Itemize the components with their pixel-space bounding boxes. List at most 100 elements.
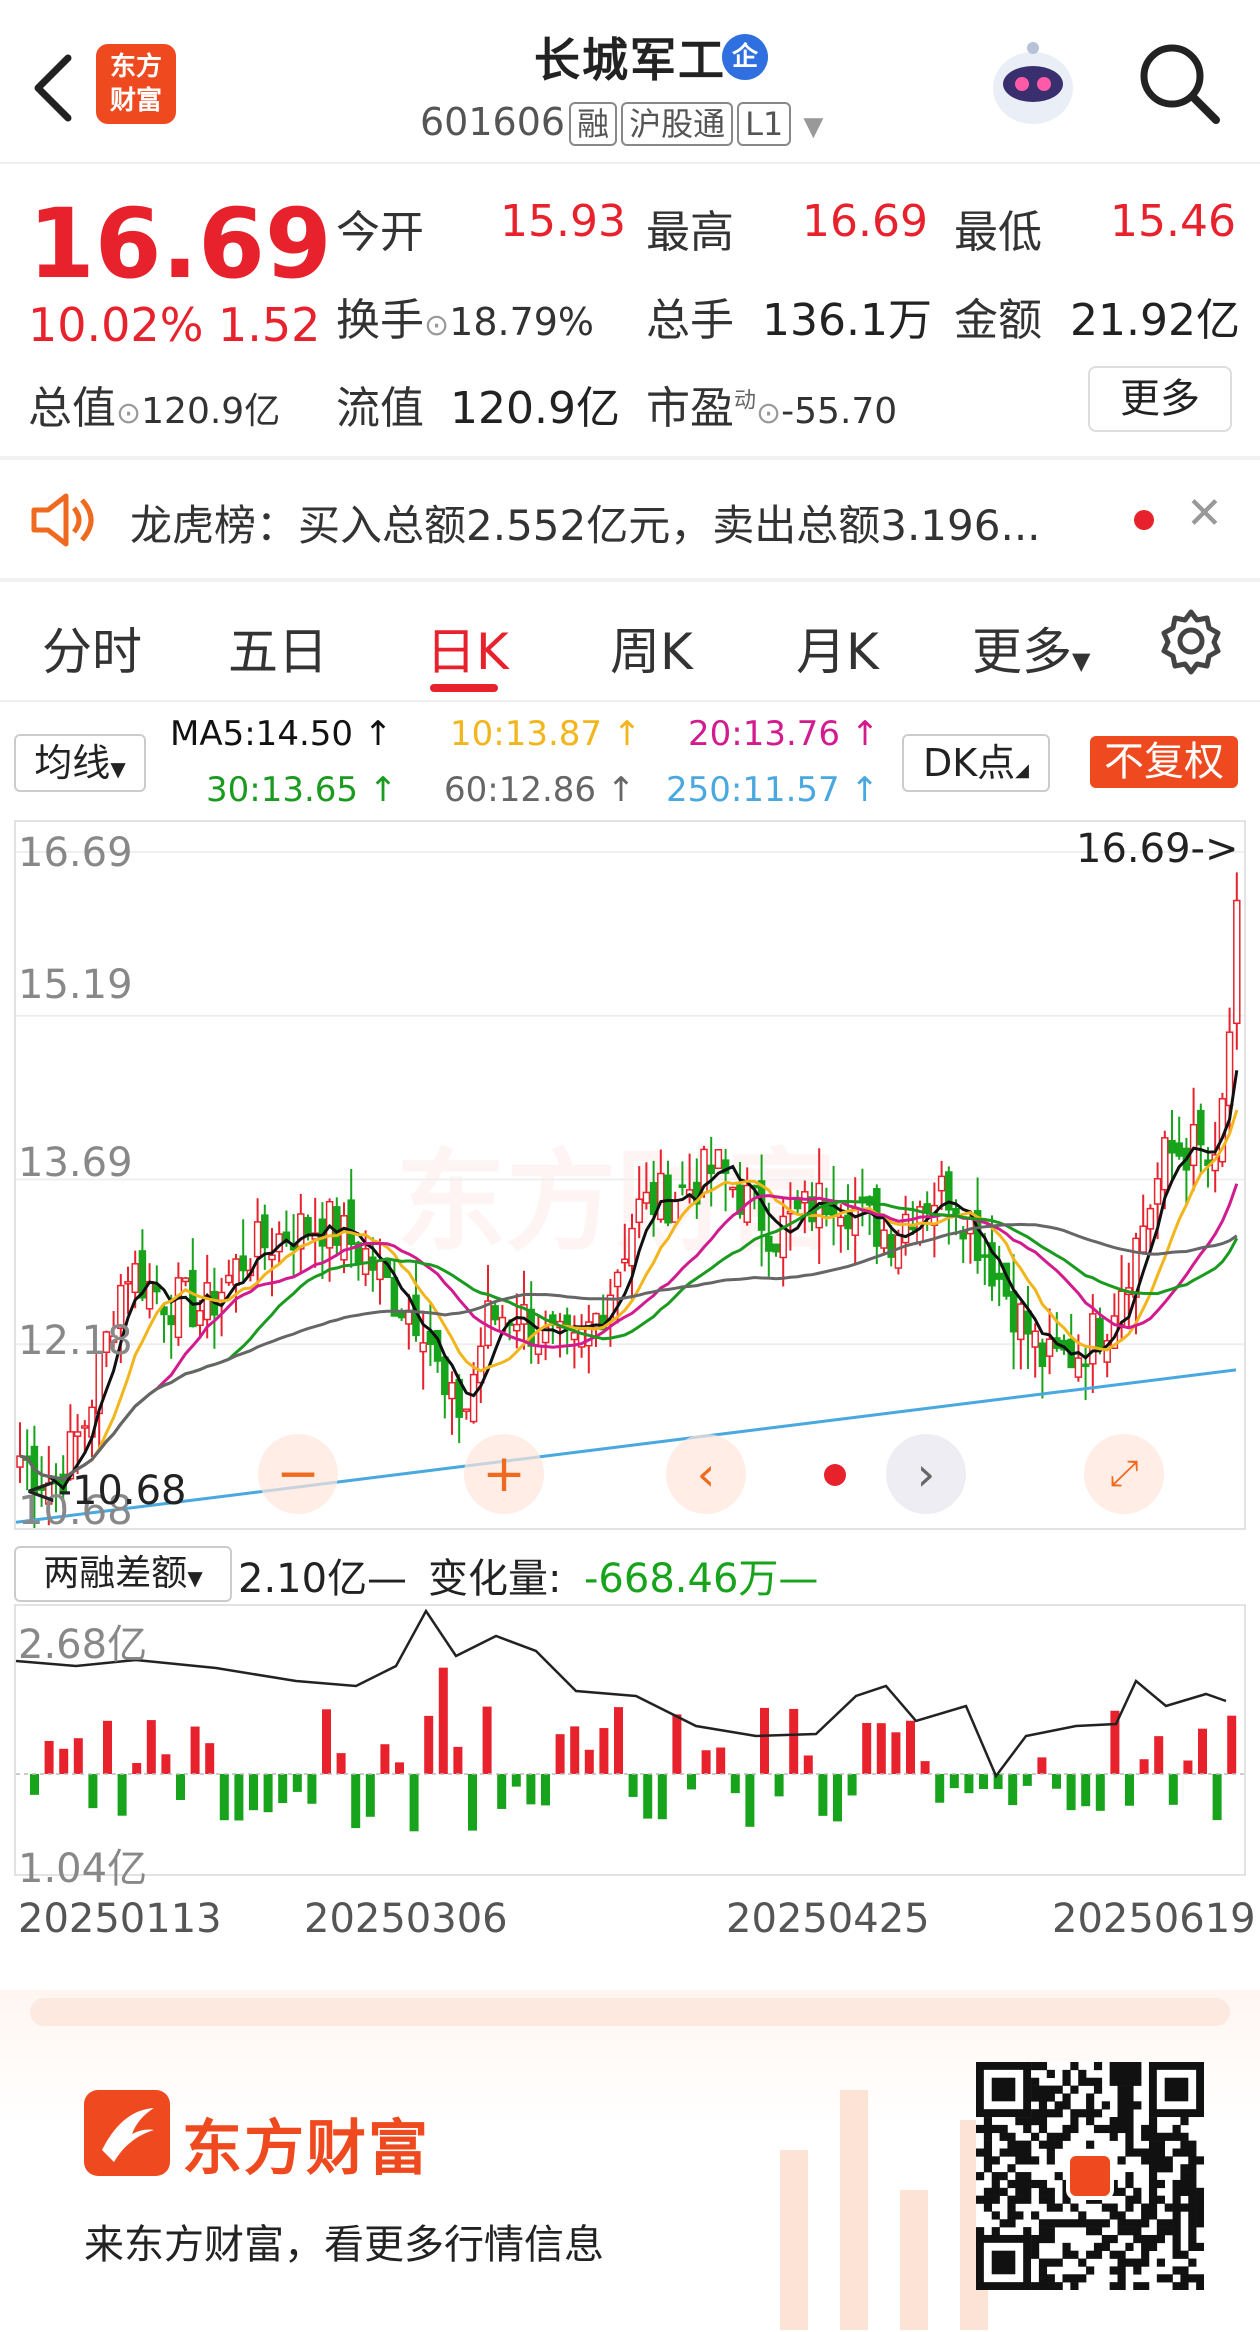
qr-module <box>1180 2164 1189 2173</box>
last-price-marker: 16.69-> <box>1076 826 1239 872</box>
qr-module <box>1038 2219 1048 2228</box>
qr-module <box>1133 2148 1142 2157</box>
tab-monthly-k[interactable]: 月K <box>796 612 879 684</box>
margin-bar <box>511 1774 521 1787</box>
notice-bar[interactable]: 龙虎榜：买入总额2.552亿元，卖出总额3.196... ✕ <box>0 460 1260 578</box>
qr-module <box>1188 2234 1197 2244</box>
candle-body <box>1168 1139 1176 1154</box>
qr-module <box>1007 2179 1016 2189</box>
qr-module <box>1007 2140 1016 2149</box>
candle-body <box>1009 1290 1018 1333</box>
qr-module <box>983 2195 993 2204</box>
tab-weekly-k[interactable]: 周K <box>610 612 693 684</box>
zoom-out-button[interactable]: − <box>258 1434 338 1514</box>
qr-module <box>1148 2242 1158 2251</box>
margin-bar <box>818 1774 828 1816</box>
stock-code-row[interactable]: 601606 融沪股通 L1 ▼ <box>420 100 823 146</box>
margin-selector[interactable]: 两融差额▼ <box>14 1546 232 1602</box>
qr-module <box>1038 2282 1048 2291</box>
qr-module <box>1054 2258 1063 2267</box>
qr-module <box>1164 2132 1173 2141</box>
qr-module <box>1125 2062 1134 2071</box>
info-icon[interactable]: ⊙ <box>756 396 781 431</box>
qr-module <box>1007 2211 1016 2220</box>
qr-finder <box>1164 2077 1189 2102</box>
qr-module <box>1031 2093 1040 2102</box>
x-tick: 20250619 <box>1052 1896 1256 1942</box>
qr-finder <box>991 2077 1016 2102</box>
robot-avatar-icon[interactable] <box>988 38 1078 128</box>
scroll-left-button[interactable]: ‹ <box>666 1434 746 1514</box>
margin-chart[interactable]: 2.68亿 1.04亿 <box>14 1604 1246 1892</box>
tab-daily-k[interactable]: 日K <box>426 612 509 684</box>
more-quote-button[interactable]: 更多 <box>1088 366 1232 432</box>
candle-body <box>1089 1313 1097 1365</box>
qr-module <box>1141 2148 1150 2157</box>
caret-down-icon: ▼ <box>110 757 126 781</box>
tab-more[interactable]: 更多▼ <box>972 612 1090 684</box>
qr-module <box>1188 2140 1197 2149</box>
margin-bar <box>292 1774 302 1792</box>
qr-module <box>1054 2101 1063 2110</box>
zoom-in-button[interactable]: + <box>464 1434 544 1514</box>
qr-module <box>1015 2156 1024 2165</box>
candle-body <box>1045 1338 1054 1357</box>
scroll-right-button[interactable]: › <box>886 1434 966 1514</box>
ma-selector[interactable]: 均线▼ <box>14 734 146 792</box>
qr-module <box>1196 2274 1205 2283</box>
adjust-toggle-button[interactable]: 不复权 <box>1090 736 1238 788</box>
app-logo[interactable]: 东方财富 <box>96 44 176 124</box>
margin-selector-label: 两融差额 <box>43 1553 188 1594</box>
kline-chart[interactable]: 东方财富 16.69 15.19 13.69 12.18 10.68 16.69… <box>14 820 1246 1534</box>
qr-module <box>1117 2117 1126 2126</box>
margin-bar <box>1168 1774 1178 1805</box>
qr-module <box>1172 2266 1181 2275</box>
qr-module <box>1133 2234 1142 2244</box>
qr-module <box>1141 2234 1150 2244</box>
qr-module <box>1125 2077 1134 2086</box>
qr-module <box>1109 2234 1118 2244</box>
candle-body <box>894 1234 903 1269</box>
info-icon[interactable]: ⊙ <box>424 308 449 343</box>
qr-module <box>1133 2062 1142 2071</box>
qr-module <box>1038 2124 1048 2134</box>
qr-module <box>1180 2117 1189 2126</box>
qr-code[interactable] <box>976 2062 1205 2291</box>
margin-bar <box>336 1753 346 1774</box>
gear-icon[interactable] <box>1156 606 1226 676</box>
qr-module <box>1007 2164 1016 2173</box>
margin-bar <box>643 1774 653 1819</box>
margin-bar <box>44 1740 54 1774</box>
qr-module <box>1180 2132 1189 2141</box>
kline-svg <box>16 851 1244 1528</box>
margin-bar <box>833 1774 842 1822</box>
qr-module <box>1093 2242 1103 2251</box>
candle-body <box>1038 1342 1047 1367</box>
margin-bar <box>219 1774 229 1821</box>
close-icon[interactable]: ✕ <box>1186 488 1223 539</box>
qr-module <box>1156 2227 1165 2236</box>
qr-module <box>1023 2148 1032 2157</box>
tab-five-day[interactable]: 五日 <box>228 612 328 684</box>
dk-point-button[interactable]: DK点◢ <box>902 734 1050 792</box>
turnover-row: 换手⊙18.79% <box>336 284 594 348</box>
margin-bar <box>30 1774 39 1795</box>
mktcap-row: 总值⊙120.9亿 <box>28 372 280 436</box>
back-button[interactable] <box>28 48 78 128</box>
expand-icon[interactable]: ⤢ <box>1084 1434 1164 1514</box>
qr-module <box>1172 2187 1181 2196</box>
logo-text: 东方财富 <box>109 52 162 116</box>
margin-bar <box>380 1744 390 1774</box>
qr-module <box>1180 2172 1189 2181</box>
candle-body <box>347 1199 355 1246</box>
qr-module <box>1031 2234 1040 2244</box>
search-button[interactable] <box>1136 40 1222 126</box>
margin-bar <box>59 1748 69 1774</box>
qr-module <box>1156 2274 1165 2283</box>
tab-intraday[interactable]: 分时 <box>42 612 142 684</box>
qr-module <box>1125 2258 1134 2267</box>
info-icon[interactable]: ⊙ <box>116 396 141 431</box>
qr-module <box>1031 2109 1040 2118</box>
qr-module <box>1054 2219 1063 2228</box>
qr-module <box>1196 2242 1205 2251</box>
